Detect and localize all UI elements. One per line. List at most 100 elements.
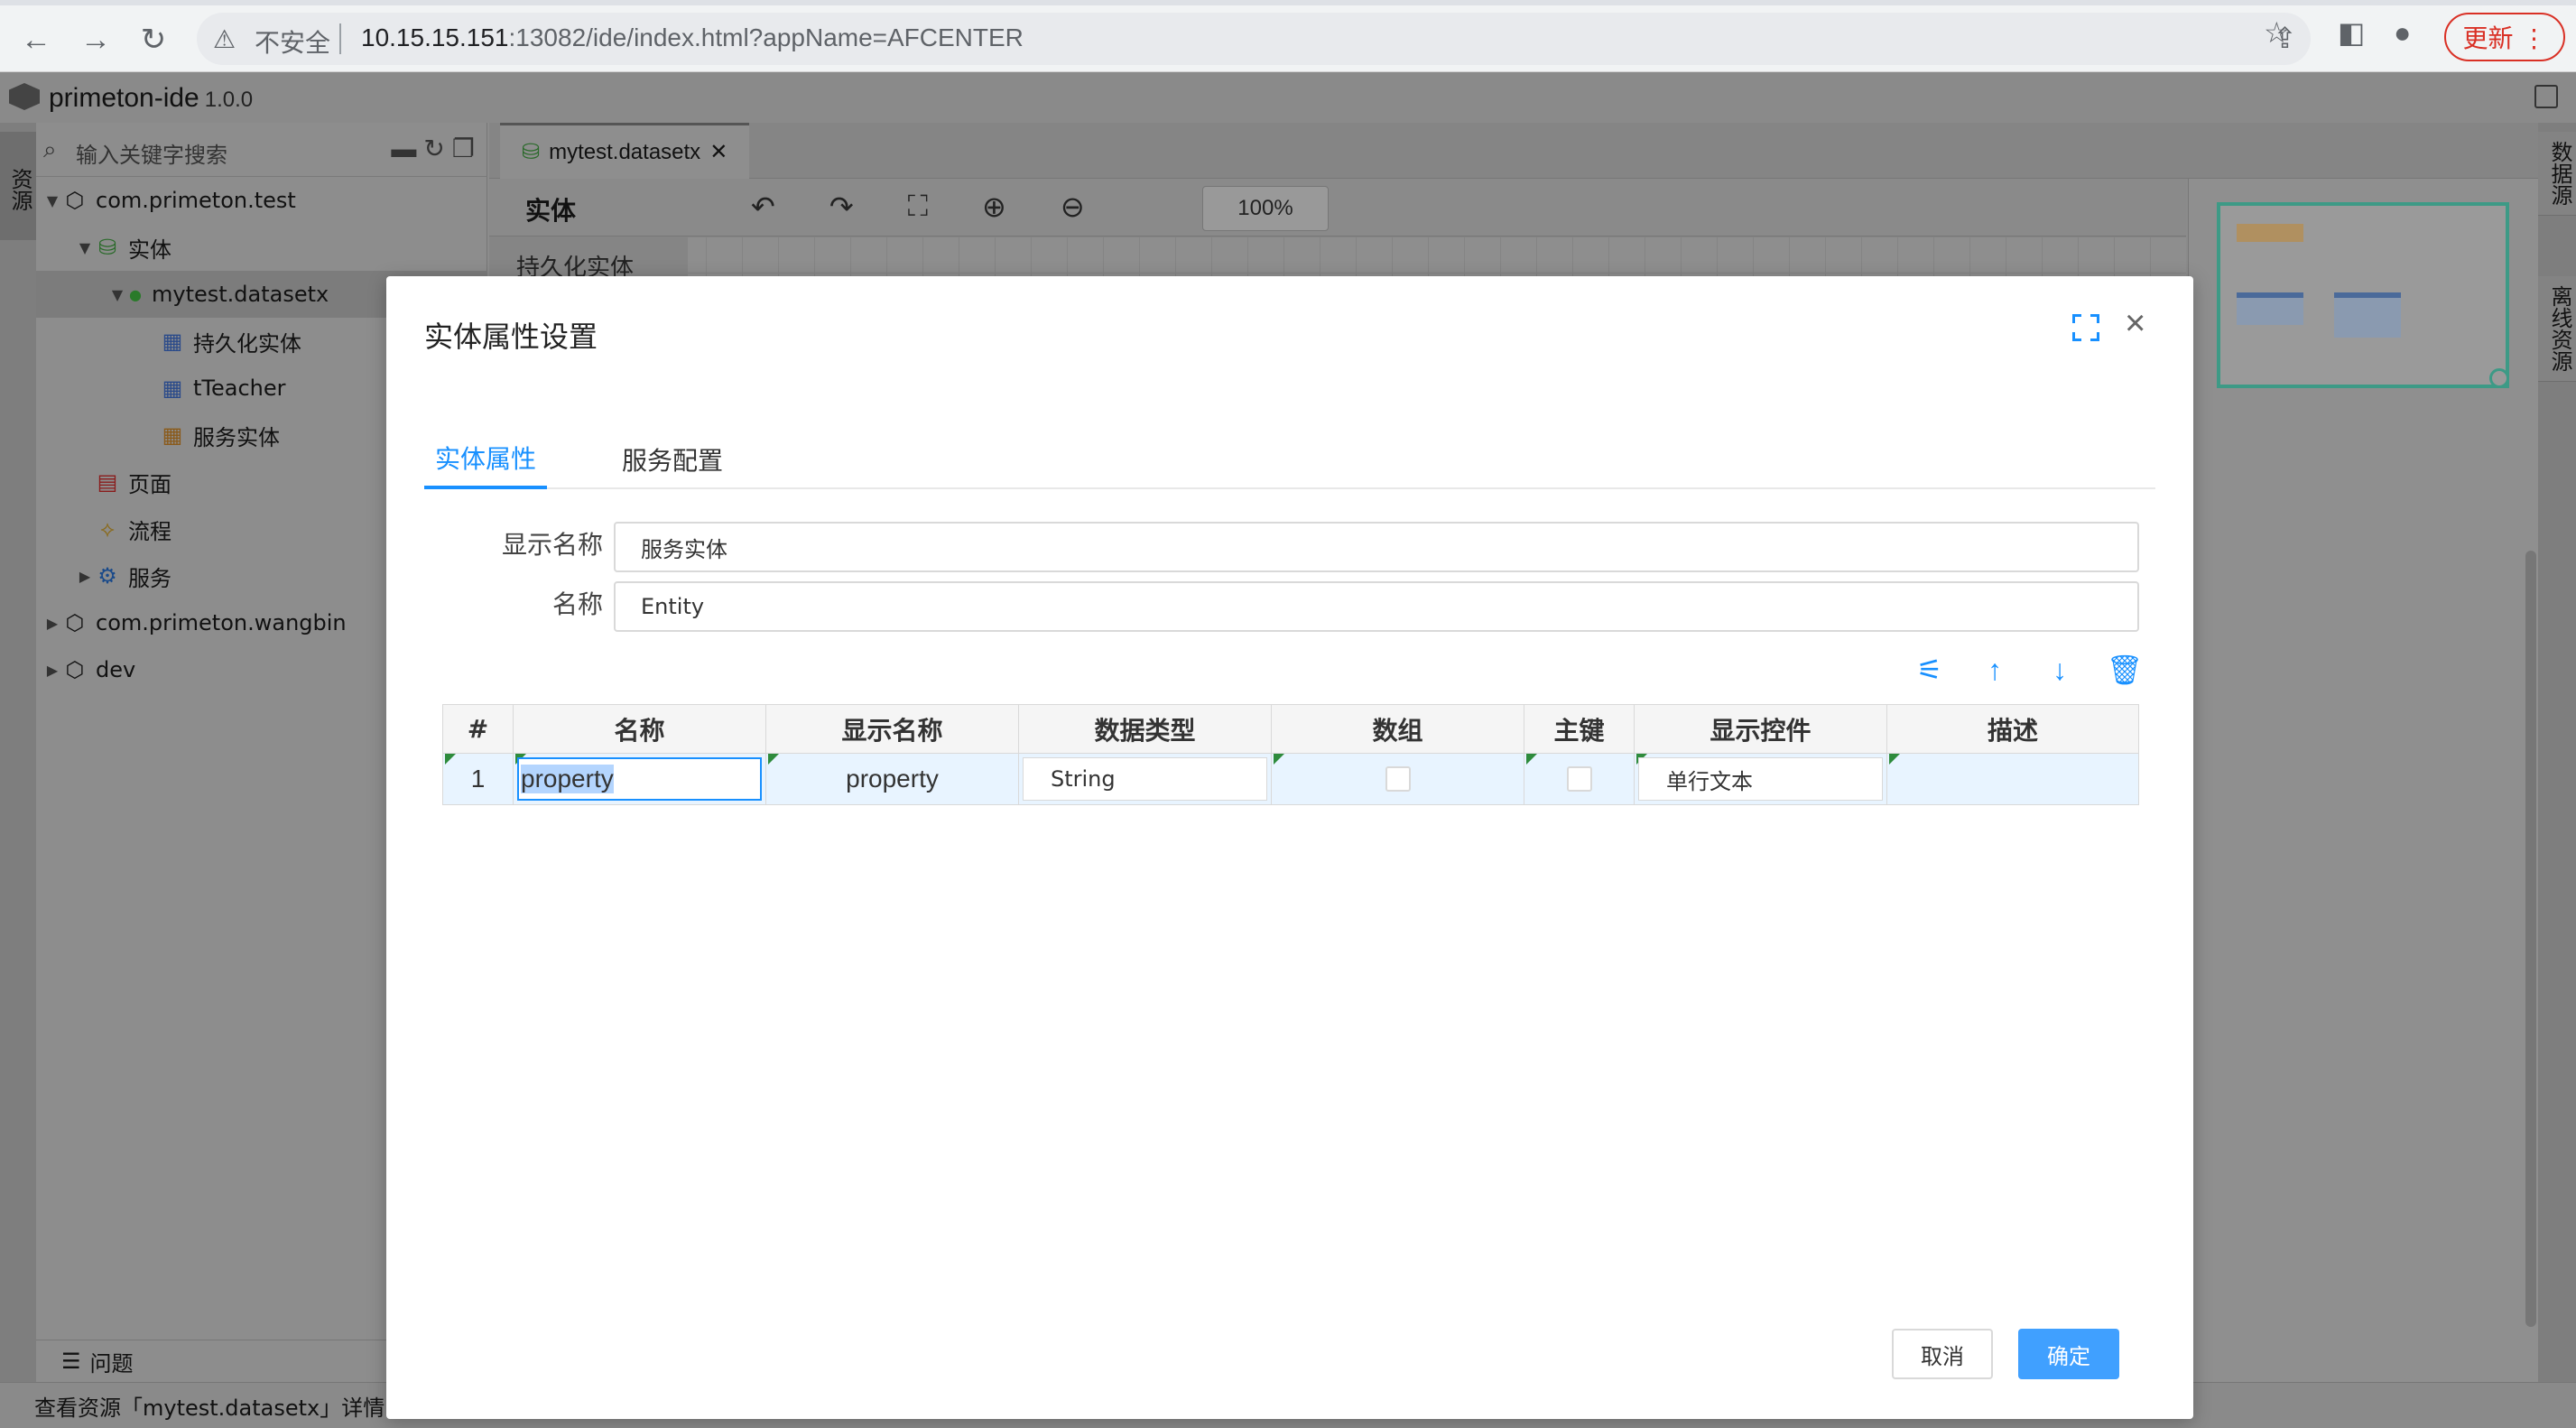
zoom-out-icon[interactable]: ⊖ [1061, 190, 1085, 224]
name-input[interactable]: Entity [614, 581, 2139, 632]
table-icon: ▦ [162, 329, 183, 354]
minimap[interactable] [2217, 202, 2509, 388]
tree-item-label: mytest.datasetx [152, 282, 329, 307]
problems-label: 问题 [89, 1350, 134, 1377]
expand-arrow-icon[interactable]: ▼ [43, 192, 61, 209]
bookmark-star-icon[interactable]: ☆ [2264, 18, 2290, 47]
omnibox-divider [339, 23, 341, 54]
expand-arrow-icon[interactable]: ▶ [43, 615, 61, 632]
url-path: :13082/ide/index.html?appName=AFCENTER [508, 23, 1024, 51]
back-button[interactable]: ← [14, 18, 58, 61]
column-header-data-type[interactable]: 数据类型 [1019, 705, 1272, 754]
editor-tab-label: mytest.datasetx [549, 139, 701, 164]
tree-item-label: dev [96, 657, 136, 682]
row-index: 1 [470, 765, 486, 793]
tree-search-input[interactable]: 输入关键字搜索 [76, 137, 227, 169]
vertical-scrollbar[interactable] [2525, 551, 2536, 1327]
property-grid: # 名称 显示名称 数据类型 数组 主键 显示控件 描述 1 property … [442, 704, 2139, 805]
forward-button[interactable]: → [74, 18, 117, 61]
name-cell-editor[interactable]: property [517, 757, 762, 801]
column-settings-icon[interactable]: ⚟ [1915, 654, 1944, 686]
name-cell[interactable]: property [514, 754, 766, 804]
datasource-tab[interactable]: 数据源 [2538, 132, 2576, 216]
security-indicator[interactable]: 不安全 [255, 23, 330, 60]
display-name-cell[interactable]: property [766, 754, 1019, 804]
offline-resources-tab[interactable]: 离线资源 [2538, 276, 2576, 382]
description-cell[interactable] [1887, 754, 2138, 804]
expand-arrow-icon[interactable]: ▼ [108, 286, 126, 303]
cancel-button[interactable]: 取消 [1892, 1329, 1993, 1379]
dirty-flag-icon [1274, 754, 1284, 765]
close-icon[interactable]: × [2125, 305, 2145, 341]
package-icon: ⬡ [65, 188, 85, 213]
expand-arrow-icon[interactable]: ▼ [76, 239, 94, 256]
package-icon: ⬡ [65, 610, 85, 635]
refresh-icon[interactable]: ↻ [423, 134, 451, 162]
data-type-cell[interactable]: String [1019, 754, 1272, 804]
dialog-tabs: 实体属性 服务配置 [424, 430, 2155, 489]
gear-icon: ⚙ [97, 563, 117, 589]
table-icon: ▦ [162, 376, 183, 401]
window-layout-icon[interactable] [2534, 85, 2558, 108]
control-cell[interactable]: 单行文本 [1635, 754, 1887, 804]
search-icon: ⌕ [43, 135, 57, 162]
column-header-index: # [443, 705, 514, 754]
entity-property-dialog: 实体属性设置 × 实体属性 服务配置 显示名称 服务实体 名称 Entity ⚟… [386, 276, 2193, 1419]
address-bar[interactable]: ⚠ 不安全 10.15.15.151:13082/ide/index.html?… [197, 13, 2311, 65]
primeton-logo-icon [9, 83, 40, 110]
zoom-level[interactable]: 100% [1202, 186, 1329, 231]
new-folder-icon[interactable]: ▬ [391, 134, 423, 162]
display-name-input[interactable]: 服务实体 [614, 522, 2139, 572]
fullscreen-icon[interactable] [2072, 314, 2099, 341]
dirty-flag-icon [1889, 754, 1900, 765]
warning-icon: ⚠ [213, 25, 236, 53]
move-down-icon[interactable]: ↓ [2045, 654, 2074, 686]
primary-key-checkbox[interactable] [1566, 766, 1592, 792]
editor-tab-mytest-datasetx[interactable]: ⛁ mytest.datasetx ✕ [500, 123, 750, 179]
zoom-in-icon[interactable]: ⊕ [982, 190, 1006, 224]
dataset-dot-icon: ● [129, 285, 142, 303]
ide-header: primeton-ide 1.0.0 [0, 72, 2576, 123]
move-up-icon[interactable]: ↑ [1980, 654, 2009, 686]
tree-item-label: com.primeton.wangbin [96, 610, 347, 635]
delete-icon[interactable]: 🗑 [2107, 654, 2144, 686]
expand-arrow-icon[interactable]: ▶ [76, 568, 94, 585]
minimap-resize-handle[interactable] [2489, 368, 2509, 388]
column-header-array[interactable]: 数组 [1272, 705, 1524, 754]
reload-button[interactable]: ↻ [132, 18, 175, 61]
undo-icon[interactable]: ↶ [751, 190, 775, 224]
confirm-button[interactable]: 确定 [2018, 1329, 2119, 1379]
column-header-name[interactable]: 名称 [514, 705, 766, 754]
tree-item-label: 持久化实体 [193, 330, 301, 357]
minimap-node [2237, 224, 2303, 242]
dialog-title: 实体属性设置 [424, 320, 598, 354]
grid-toolbar: ⚟ ↑ ↓ 🗑 [1915, 654, 2144, 687]
side-panel-icon[interactable]: ◧ [2338, 18, 2365, 47]
update-button[interactable]: 更新 ⋮ [2444, 13, 2565, 61]
column-header-primary-key[interactable]: 主键 [1524, 705, 1635, 754]
redo-icon[interactable]: ↷ [829, 190, 854, 224]
column-header-control[interactable]: 显示控件 [1635, 705, 1887, 754]
control-select[interactable]: 单行文本 [1638, 757, 1883, 801]
array-checkbox[interactable] [1385, 766, 1411, 792]
tab-service-config[interactable]: 服务配置 [614, 430, 731, 489]
tab-entity-properties[interactable]: 实体属性 [424, 430, 547, 489]
data-type-select[interactable]: String [1023, 757, 1267, 801]
profile-avatar-icon[interactable]: ● [2394, 18, 2411, 47]
tree-item-com-primeton-test[interactable]: ▼ ⬡ com.primeton.test [36, 177, 487, 224]
url-text[interactable]: 10.15.15.151:13082/ide/index.html?appNam… [361, 23, 1024, 52]
flow-icon: ⟡ [100, 516, 115, 542]
tree-item-label: tTeacher [193, 376, 286, 401]
primary-key-cell[interactable] [1524, 754, 1635, 804]
close-icon[interactable]: ✕ [709, 139, 727, 165]
resources-tab[interactable]: 资源 [0, 132, 36, 240]
display-name-cell-value: property [846, 765, 939, 793]
tree-item-entity[interactable]: ▼ ⛁ 实体 [36, 224, 487, 271]
dataset-file-icon: ⛁ [522, 140, 541, 164]
collapse-all-icon[interactable]: ❐ [452, 134, 482, 162]
expand-arrow-icon[interactable]: ▶ [43, 662, 61, 679]
array-cell[interactable] [1272, 754, 1524, 804]
column-header-description[interactable]: 描述 [1887, 705, 2138, 754]
column-header-display-name[interactable]: 显示名称 [766, 705, 1019, 754]
fit-screen-icon[interactable]: ⛶ [908, 190, 928, 224]
